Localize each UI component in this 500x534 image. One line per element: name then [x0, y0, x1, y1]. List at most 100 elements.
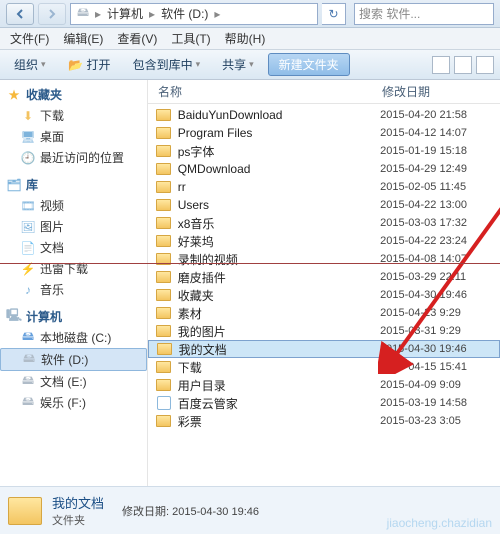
file-row[interactable]: 收藏夹2015-04-30 19:46	[148, 286, 500, 304]
file-row[interactable]: x8音乐2015-03-03 17:32	[148, 214, 500, 232]
sidebar-item-selected[interactable]: 🖴软件 (D:)	[0, 348, 147, 371]
column-date[interactable]: 修改日期	[378, 83, 498, 100]
file-name: 录制的视频	[178, 251, 380, 268]
document-icon: 📄	[20, 240, 36, 256]
menu-file[interactable]: 文件(F)	[4, 30, 55, 47]
sidebar-item[interactable]: ⬇下载	[0, 105, 147, 126]
file-date: 2015-04-15 15:41	[380, 361, 500, 373]
details-pane: 我的文档 文件夹 修改日期: 2015-04-30 19:46	[0, 486, 500, 534]
file-row[interactable]: Users2015-04-22 13:00	[148, 196, 500, 214]
drive-icon: 🖴	[21, 352, 37, 368]
file-name: x8音乐	[178, 215, 380, 232]
thunder-icon: ⚡	[20, 261, 36, 277]
file-date: 2015-04-08 14:07	[380, 253, 500, 265]
menu-help[interactable]: 帮助(H)	[219, 30, 272, 47]
file-name: Program Files	[178, 126, 380, 140]
sidebar-favorites-header[interactable]: ★收藏夹	[0, 84, 147, 105]
file-row[interactable]: 百度云管家2015-03-19 14:58	[148, 394, 500, 412]
preview-icon[interactable]	[454, 56, 472, 74]
breadcrumb-item[interactable]: 计算机	[105, 5, 145, 22]
organize-button[interactable]: 组织 ▾	[6, 54, 54, 75]
detail-modified-value: 2015-04-30 19:46	[172, 506, 259, 518]
explorer-window: 🖴 ▸ 计算机 ▸ 软件 (D:) ▸ ↻ 搜索 软件... 文件(F) 编辑(…	[0, 0, 500, 534]
menu-tools[interactable]: 工具(T)	[165, 30, 216, 47]
folder-icon	[156, 198, 172, 212]
file-name: 彩票	[178, 413, 380, 430]
file-row[interactable]: 用户目录2015-04-09 9:09	[148, 376, 500, 394]
file-row[interactable]: 好莱坞2015-04-22 23:24	[148, 232, 500, 250]
search-input[interactable]: 搜索 软件...	[354, 3, 494, 25]
open-icon: 📂	[68, 57, 84, 73]
file-name: ps字体	[178, 143, 380, 160]
menu-edit[interactable]: 编辑(E)	[57, 30, 109, 47]
address-bar[interactable]: 🖴 ▸ 计算机 ▸ 软件 (D:) ▸	[70, 3, 318, 25]
sidebar-item[interactable]: 🖴文档 (E:)	[0, 371, 147, 392]
sidebar-item[interactable]: ⚡迅雷下载	[0, 258, 147, 279]
column-headers: 名称 修改日期	[148, 80, 500, 104]
folder-icon	[156, 180, 172, 194]
computer-icon: 🖳	[6, 309, 22, 325]
folder-icon	[156, 414, 172, 428]
file-row[interactable]: 磨皮插件2015-03-29 22:11	[148, 268, 500, 286]
help-icon[interactable]	[476, 56, 494, 74]
file-row[interactable]: 录制的视频2015-04-08 14:07	[148, 250, 500, 268]
view-icon[interactable]	[432, 56, 450, 74]
file-date: 2015-04-29 12:49	[380, 163, 500, 175]
file-name: 素材	[178, 305, 380, 322]
breadcrumb-item[interactable]: 软件 (D:)	[159, 5, 210, 22]
file-row[interactable]: BaiduYunDownload2015-04-20 21:58	[148, 106, 500, 124]
menubar: 文件(F) 编辑(E) 查看(V) 工具(T) 帮助(H)	[0, 28, 500, 50]
file-row[interactable]: Program Files2015-04-12 14:07	[148, 124, 500, 142]
sidebar-item[interactable]: 📄文档	[0, 237, 147, 258]
drive-icon: 🖴	[20, 395, 36, 411]
recent-icon: 🕘	[20, 150, 36, 166]
column-name[interactable]: 名称	[148, 83, 378, 100]
sidebar-item[interactable]: 🕘最近访问的位置	[0, 147, 147, 168]
folder-icon	[156, 234, 172, 248]
sidebar-computer-header[interactable]: 🖳计算机	[0, 306, 147, 327]
share-button[interactable]: 共享 ▾	[214, 54, 262, 75]
folder-icon	[156, 108, 172, 122]
nav-back-button[interactable]	[6, 3, 34, 25]
sidebar-item[interactable]: 🖴本地磁盘 (C:)	[0, 327, 147, 348]
refresh-button[interactable]: ↻	[322, 3, 346, 25]
sidebar-item[interactable]: ♪音乐	[0, 279, 147, 300]
file-name: 我的文档	[179, 341, 380, 358]
chevron-right-icon: ▸	[214, 7, 220, 21]
file-row-selected[interactable]: 我的文档2015-04-30 19:46	[148, 340, 500, 358]
body: ★收藏夹 ⬇下载 🖥桌面 🕘最近访问的位置 🗂库 🎞视频 🖼图片 📄文档 ⚡迅雷…	[0, 80, 500, 486]
file-date: 2015-03-03 17:32	[380, 217, 500, 229]
sidebar-item[interactable]: 🖴娱乐 (F:)	[0, 392, 147, 413]
detail-name: 我的文档	[52, 493, 104, 512]
file-row[interactable]: ps字体2015-01-19 15:18	[148, 142, 500, 160]
file-date: 2015-04-20 21:58	[380, 109, 500, 121]
file-row[interactable]: 素材2015-04-23 9:29	[148, 304, 500, 322]
file-row[interactable]: 下载2015-04-15 15:41	[148, 358, 500, 376]
star-icon: ★	[6, 87, 22, 103]
file-row[interactable]: QMDownload2015-04-29 12:49	[148, 160, 500, 178]
include-button[interactable]: 包含到库中 ▾	[125, 54, 209, 75]
file-date: 2015-03-31 9:29	[380, 325, 500, 337]
file-date: 2015-04-23 9:29	[380, 307, 500, 319]
nav-forward-button[interactable]	[38, 3, 66, 25]
sidebar-item[interactable]: 🖥桌面	[0, 126, 147, 147]
file-name: 收藏夹	[178, 287, 380, 304]
view-options	[432, 56, 494, 74]
menu-view[interactable]: 查看(V)	[111, 30, 163, 47]
file-row[interactable]: 我的图片2015-03-31 9:29	[148, 322, 500, 340]
sidebar-libraries-header[interactable]: 🗂库	[0, 174, 147, 195]
folder-icon	[157, 342, 173, 356]
file-name: 我的图片	[178, 323, 380, 340]
file-date: 2015-04-22 13:00	[380, 199, 500, 211]
sidebar-item[interactable]: 🖼图片	[0, 216, 147, 237]
new-folder-button[interactable]: 新建文件夹	[268, 53, 350, 76]
library-icon: 🗂	[6, 177, 22, 193]
file-row[interactable]: 彩票2015-03-23 3:05	[148, 412, 500, 430]
file-row[interactable]: rr2015-02-05 11:45	[148, 178, 500, 196]
file-date: 2015-03-29 22:11	[380, 271, 500, 283]
file-list[interactable]: BaiduYunDownload2015-04-20 21:58Program …	[148, 104, 500, 486]
folder-icon	[156, 216, 172, 230]
open-button[interactable]: 📂打开	[60, 54, 119, 75]
sidebar-item[interactable]: 🎞视频	[0, 195, 147, 216]
toolbar: 组织 ▾ 📂打开 包含到库中 ▾ 共享 ▾ 新建文件夹	[0, 50, 500, 80]
